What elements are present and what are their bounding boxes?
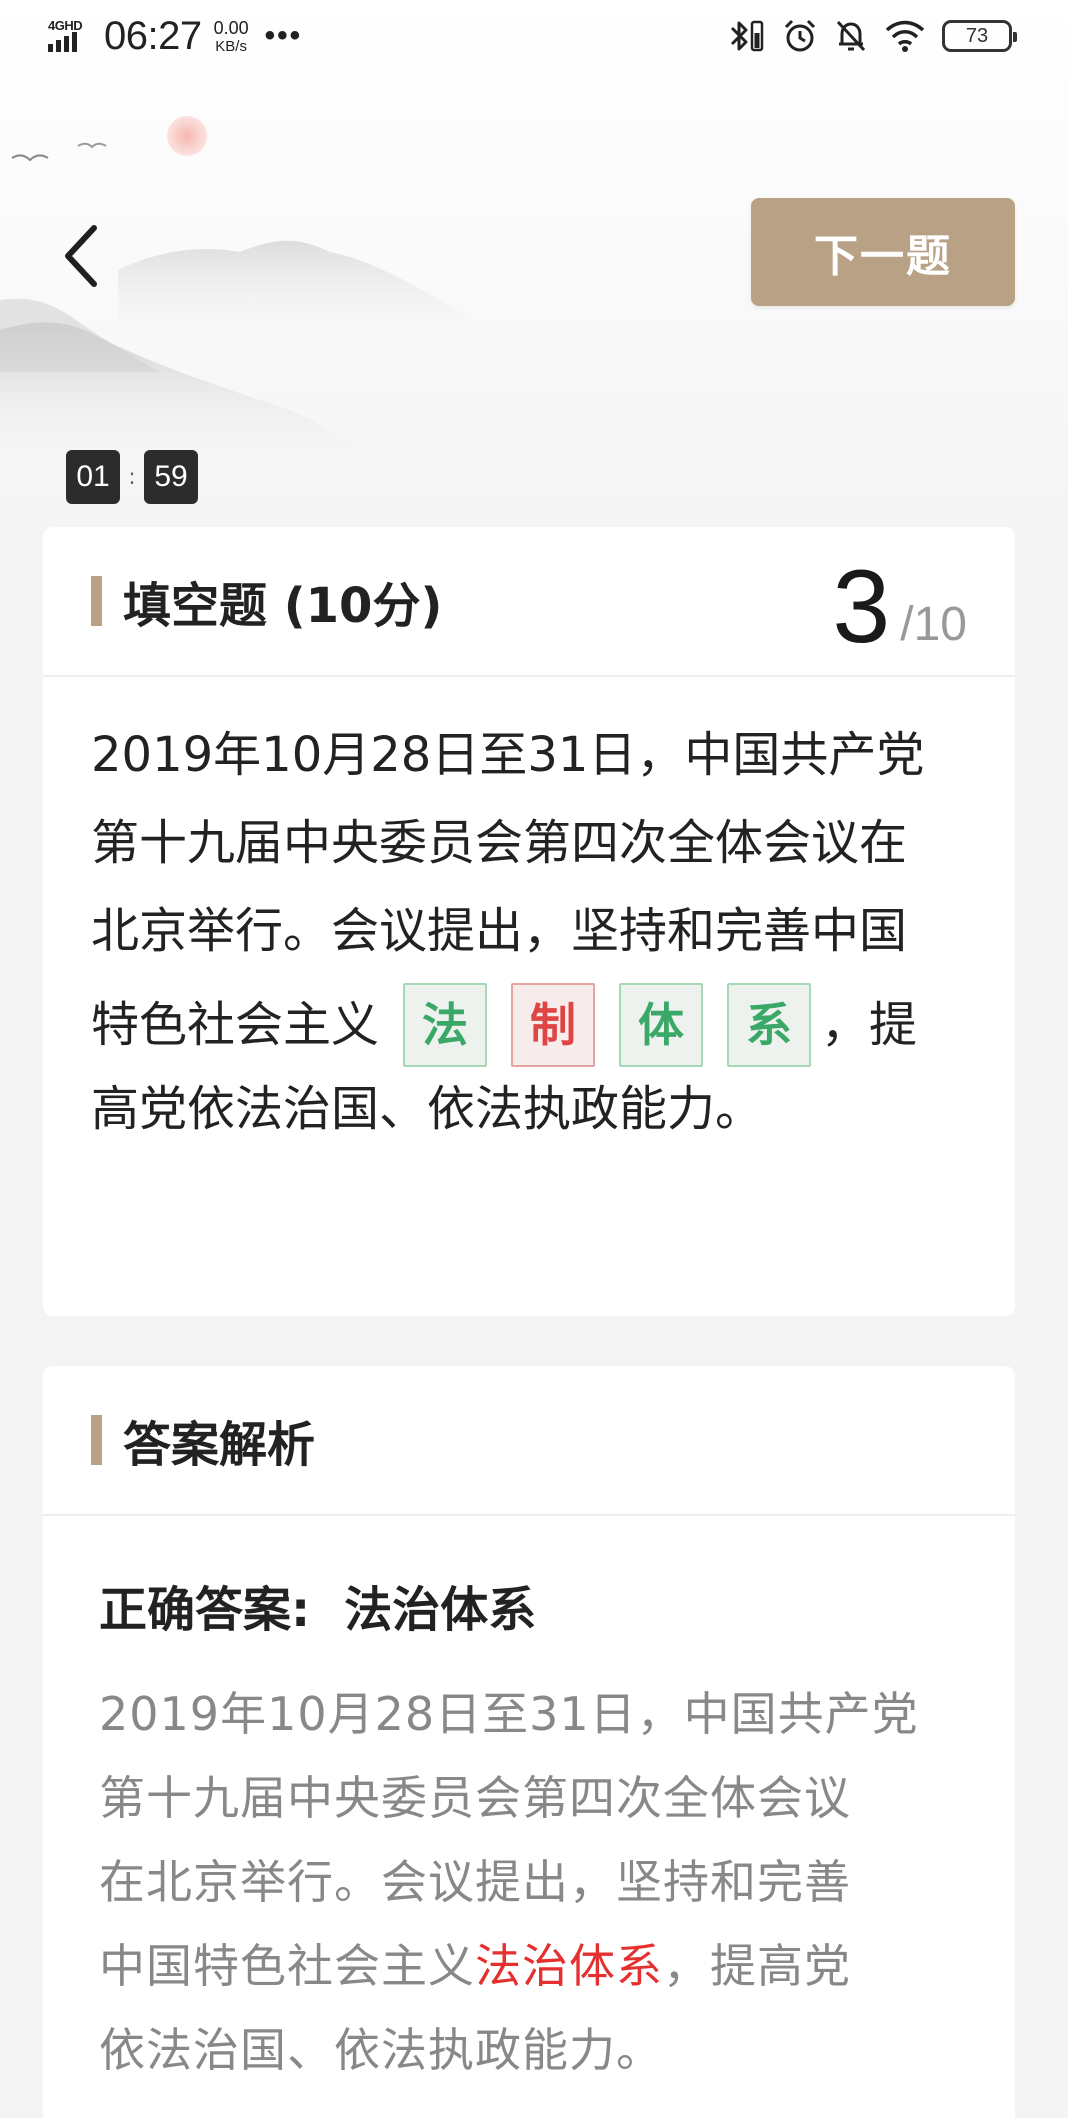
analysis-text: 2019年10月28日至31日，中国共产党 第十九届中央委员会第四次全体会议 在… (99, 1684, 979, 2080)
analysis-line: 在北京举行。会议提出，坚持和完善 (99, 1855, 851, 1909)
back-button[interactable] (56, 220, 108, 292)
battery-icon: 73 (942, 20, 1017, 52)
alarm-icon (784, 19, 816, 52)
countdown-timer: 01 : 59 (66, 450, 198, 504)
chevron-left-icon (65, 225, 97, 287)
question-text: 2019年10月28日至31日，中国共产党 第十九届中央委员会第四次全体会议在 … (91, 725, 971, 1139)
correct-answer: 正确答案: 法治体系 (99, 1570, 536, 1640)
analysis-highlight-line: 中国特色社会主义法治体系，提高党 (99, 1936, 979, 1996)
bluetooth-icon (730, 20, 764, 52)
answer-blank[interactable]: 制 (511, 983, 596, 1067)
status-left: 4GHD 06:27 0.00 KB/s ••• (48, 12, 302, 60)
analysis-line: 依法治国、依法执政能力。 (99, 2023, 663, 2077)
quiz-page: 4GHD 06:27 0.00 KB/s ••• 73 下一题 01: 59 … (0, 0, 1068, 2118)
question-progress: 3 /10 (832, 545, 967, 659)
question-line: 第十九届中央委员会第四次全体会议在 (91, 815, 908, 871)
correct-answer-value: 法治体系 (344, 1582, 537, 1638)
analysis-line: 2019年10月28日至31日，中国共产党 (99, 1687, 919, 1741)
blank-line-suffix: ，提 (821, 997, 918, 1053)
answer-blank[interactable]: 系 (727, 983, 812, 1067)
more-notifications-icon: ••• (264, 19, 303, 52)
question-type-title: 填空题 (10分) (123, 578, 443, 634)
status-time: 06:27 (104, 13, 202, 58)
question-header: 填空题 (10分) 3 /10 (43, 527, 1015, 677)
status-right: 73 (726, 14, 1017, 58)
battery-level: 73 (965, 24, 989, 47)
highlight-suffix: ，提高党 (663, 1939, 851, 1993)
correct-answer-label: 正确答案: (99, 1582, 311, 1638)
timer-seconds: 59 (144, 450, 198, 504)
title-accent-bar (91, 1415, 102, 1465)
analysis-line: 第十九届中央委员会第四次全体会议 (99, 1771, 851, 1825)
blank-line-prefix: 特色社会主义 (91, 997, 380, 1053)
question-line: 高党依法治国、依法执政能力。 (91, 1081, 764, 1137)
analysis-title: 答案解析 (123, 1417, 316, 1473)
current-question-number: 3 (832, 549, 891, 665)
wifi-icon (885, 20, 925, 52)
question-line: 北京举行。会议提出，坚持和完善中国 (91, 903, 908, 959)
network-speed: 0.00 KB/s (214, 19, 249, 54)
next-question-button[interactable]: 下一题 (751, 198, 1015, 306)
speed-unit: KB/s (215, 37, 247, 55)
highlighted-answer: 法治体系 (475, 1939, 663, 1993)
mute-bell-icon (836, 20, 866, 52)
title-accent-bar (91, 576, 102, 626)
timer-separator: : (128, 464, 136, 490)
network-type: 4GHD (48, 18, 83, 33)
question-card: 填空题 (10分) 3 /10 2019年10月28日至31日，中国共产党 第十… (43, 527, 1015, 1316)
analysis-card: 答案解析 正确答案: 法治体系 2019年10月28日至31日，中国共产党 第十九… (43, 1366, 1015, 2118)
status-bar: 4GHD 06:27 0.00 KB/s ••• 73 (0, 0, 1068, 72)
speed-value: 0.00 (213, 17, 249, 38)
answer-blank[interactable]: 体 (619, 983, 704, 1067)
question-line: 2019年10月28日至31日，中国共产党 (91, 727, 925, 783)
answer-blank[interactable]: 法 (403, 983, 488, 1067)
analysis-header: 答案解析 (43, 1366, 1015, 1516)
question-blank-line: 特色社会主义 法 制 体 系 ，提 (91, 983, 971, 1067)
timer-minutes: 01 (66, 450, 120, 504)
cell-signal-icon: 4GHD (48, 16, 96, 56)
total-questions: /10 (900, 598, 967, 651)
highlight-prefix: 中国特色社会主义 (99, 1939, 475, 1993)
